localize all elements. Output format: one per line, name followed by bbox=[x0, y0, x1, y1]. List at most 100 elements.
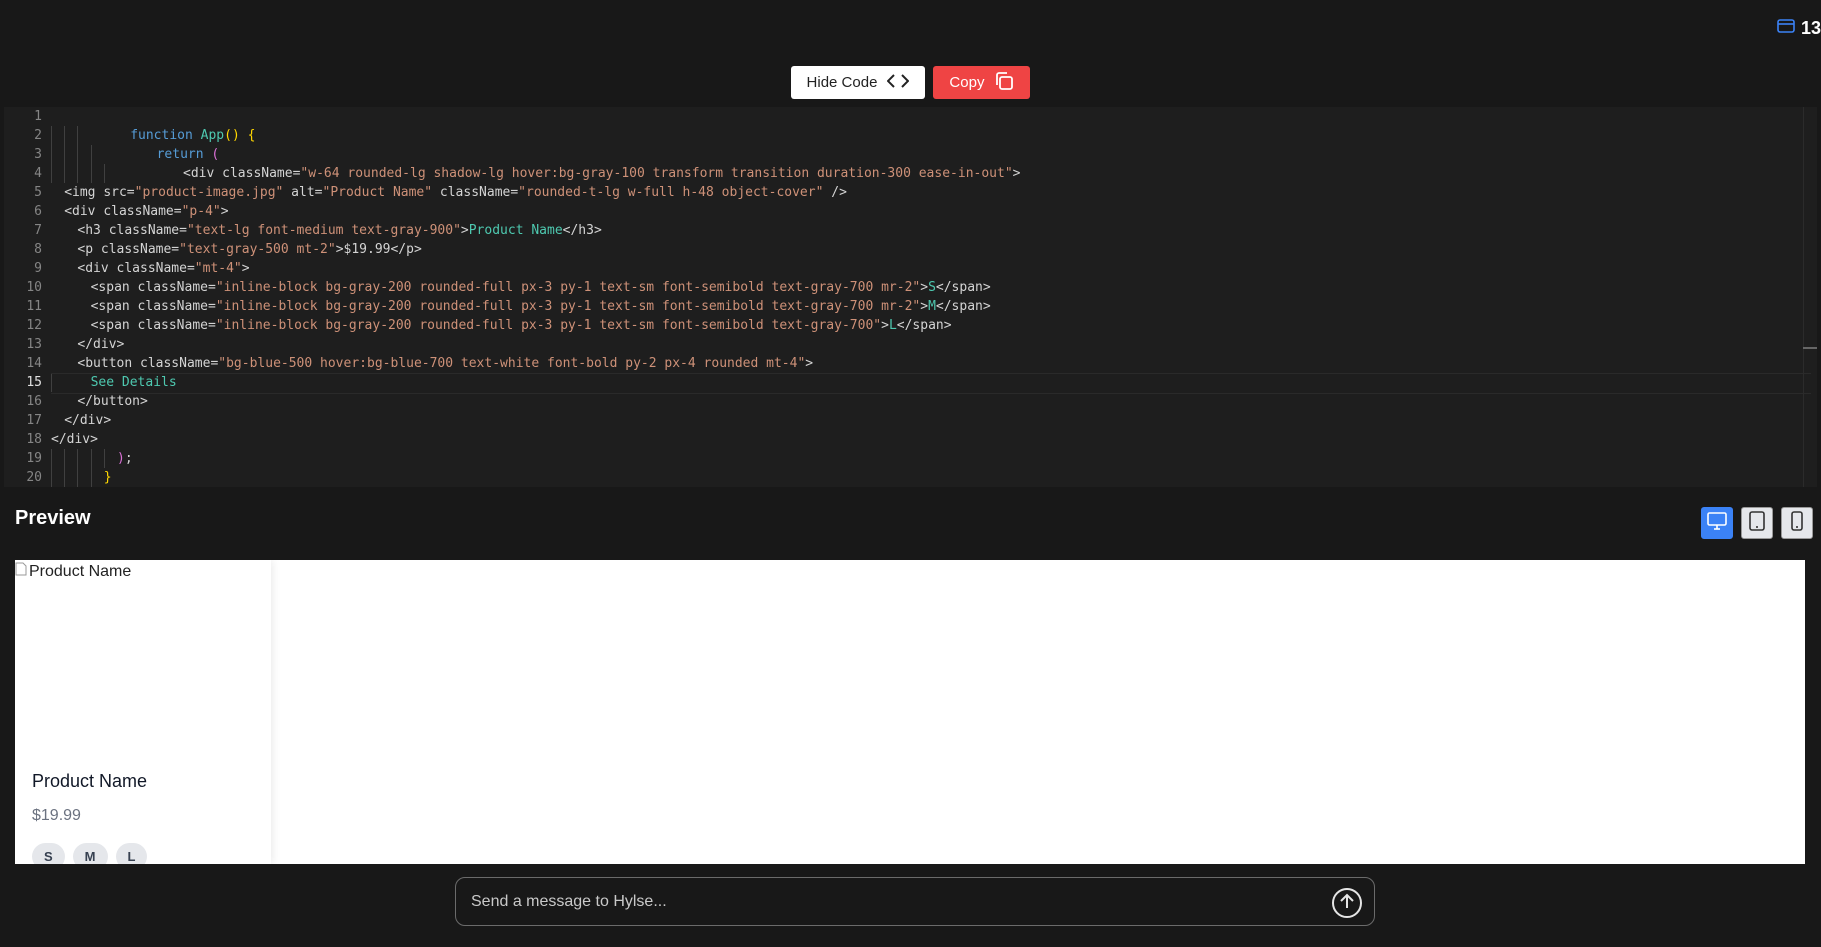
code-token: "Product Name" bbox=[322, 185, 433, 200]
code-token: > bbox=[460, 223, 469, 238]
code-text: <div className="p-4"> bbox=[64, 202, 228, 221]
code-line[interactable]: 8 <p className="text-gray-500 mt-2">$19.9… bbox=[4, 240, 1817, 259]
code-line[interactable]: 7 <h3 className="text-lg font-medium text… bbox=[4, 221, 1817, 240]
product-title: Product Name bbox=[32, 771, 148, 791]
indent-guide bbox=[77, 449, 79, 468]
size-options: S M L bbox=[32, 843, 148, 864]
code-text: } bbox=[104, 468, 112, 487]
code-line[interactable]: 12 <span className="inline-block bg-gray-… bbox=[4, 316, 1817, 335]
code-token: "inline-block bg-gray-200 rounded-full p… bbox=[215, 299, 921, 314]
line-number: 13 bbox=[26, 337, 42, 352]
code-token: <img src= bbox=[64, 185, 135, 200]
code-text: return ( bbox=[157, 145, 220, 164]
code-line[interactable]: 5 <img src="product-image.jpg" alt="Produ… bbox=[4, 183, 1817, 202]
code-token: <div bbox=[183, 166, 223, 181]
copy-button[interactable]: Copy bbox=[933, 66, 1031, 99]
code-token: "w-64 rounded-lg shadow-lg hover:bg-gray… bbox=[300, 166, 1013, 181]
top-bar: 13 bbox=[0, 0, 1821, 60]
code-token: <p className= bbox=[77, 242, 180, 257]
mobile-view-button[interactable] bbox=[1781, 507, 1813, 539]
preview-frame[interactable]: Product Name Product Name $19.99 S M L bbox=[15, 560, 1805, 864]
mobile-icon bbox=[1791, 510, 1803, 536]
code-text: <span className="inline-block bg-gray-20… bbox=[91, 297, 991, 316]
code-token: App bbox=[200, 128, 225, 143]
code-brackets-icon bbox=[887, 73, 910, 92]
code-token: </span> bbox=[896, 318, 952, 333]
line-number: 18 bbox=[26, 432, 42, 447]
line-number: 11 bbox=[26, 299, 42, 314]
code-line[interactable]: 10 <span className="inline-block bg-gray-… bbox=[4, 278, 1817, 297]
code-line[interactable]: 17 </div> bbox=[4, 411, 1817, 430]
code-token: /> bbox=[823, 185, 847, 200]
top-right-status[interactable]: 13 bbox=[1777, 18, 1821, 39]
code-line[interactable]: 13 </div> bbox=[4, 335, 1817, 354]
code-token: > bbox=[1012, 166, 1021, 181]
size-badge-s: S bbox=[32, 843, 65, 864]
code-line[interactable]: 4 <div className="w-64 rounded-lg shadow-… bbox=[4, 164, 1817, 183]
code-token: "p-4" bbox=[181, 204, 221, 219]
code-token: See Details bbox=[90, 375, 177, 390]
code-text: <span className="inline-block bg-gray-20… bbox=[91, 316, 952, 335]
code-token: "bg-blue-500 hover:bg-blue-700 text-whit… bbox=[218, 356, 806, 371]
size-badge-m: M bbox=[72, 843, 108, 864]
indent-guide bbox=[64, 145, 66, 164]
desktop-view-button[interactable] bbox=[1701, 507, 1733, 539]
code-token: <span className= bbox=[90, 280, 216, 295]
tablet-view-button[interactable] bbox=[1741, 507, 1773, 539]
copy-icon bbox=[994, 71, 1014, 95]
message-input[interactable] bbox=[471, 890, 1301, 914]
code-line[interactable]: 15 See Details bbox=[4, 373, 1817, 394]
device-switcher bbox=[1701, 507, 1813, 539]
hide-code-button[interactable]: Hide Code bbox=[790, 66, 926, 99]
code-text: <div className="w-64 rounded-lg shadow-l… bbox=[183, 164, 1020, 183]
code-token: "inline-block bg-gray-200 rounded-full p… bbox=[215, 318, 882, 333]
code-line[interactable]: 9 <div className="mt-4"> bbox=[4, 259, 1817, 278]
code-token: </p> bbox=[390, 242, 422, 257]
code-token: > bbox=[241, 261, 250, 276]
top-counter: 13 bbox=[1800, 18, 1821, 38]
code-lines: 1 2 function App() {3 return (4 <div classNa… bbox=[4, 107, 1817, 487]
code-line[interactable]: 19); bbox=[4, 449, 1817, 468]
code-token: > bbox=[805, 356, 814, 371]
code-token: ) bbox=[117, 451, 125, 466]
code-token: className= bbox=[432, 185, 519, 200]
code-token: > bbox=[881, 318, 889, 333]
code-line[interactable]: 18 </div> bbox=[4, 430, 1817, 449]
code-line[interactable]: 11 <span className="inline-block bg-gray-… bbox=[4, 297, 1817, 316]
indent-guide bbox=[64, 126, 66, 145]
code-text: ); bbox=[117, 449, 133, 468]
code-token: L bbox=[888, 318, 897, 333]
arrow-up-icon bbox=[1340, 893, 1354, 914]
indent-guide bbox=[51, 126, 52, 145]
code-line[interactable]: 3 return ( bbox=[4, 145, 1817, 164]
code-token: function bbox=[130, 128, 193, 143]
code-line[interactable]: 16 </button> bbox=[4, 392, 1817, 411]
line-number: 10 bbox=[26, 280, 42, 295]
code-token: </span> bbox=[935, 280, 991, 295]
line-number: 12 bbox=[26, 318, 42, 333]
code-line[interactable]: 20} bbox=[4, 468, 1817, 487]
code-line[interactable]: 14 <button className="bg-blue-500 hover:b… bbox=[4, 354, 1817, 373]
line-number: 9 bbox=[34, 261, 42, 276]
product-card[interactable]: Product Name Product Name $19.99 S M L bbox=[15, 560, 271, 864]
code-token: () bbox=[224, 128, 240, 143]
editor-scrollbar[interactable] bbox=[1803, 107, 1817, 487]
line-number: 2 bbox=[34, 128, 42, 143]
line-number: 3 bbox=[34, 147, 42, 162]
line-number: 6 bbox=[34, 204, 42, 219]
indent-guide bbox=[51, 145, 52, 164]
code-text: <h3 className="text-lg font-medium text-… bbox=[77, 221, 601, 240]
send-button[interactable] bbox=[1332, 888, 1362, 918]
code-token: Product Name bbox=[468, 223, 563, 238]
code-token: </div> bbox=[64, 413, 112, 428]
code-line[interactable]: 1 bbox=[4, 107, 1817, 126]
code-line[interactable]: 2 function App() { bbox=[4, 126, 1817, 145]
hide-code-label: Hide Code bbox=[806, 74, 878, 91]
code-token: </div> bbox=[77, 337, 125, 352]
indent-guide bbox=[51, 468, 52, 487]
code-line[interactable]: 6 <div className="p-4"> bbox=[4, 202, 1817, 221]
code-token: return bbox=[156, 147, 204, 162]
indent-guide bbox=[90, 449, 92, 468]
code-editor[interactable]: 1 2 function App() {3 return (4 <div classNa… bbox=[4, 107, 1817, 487]
code-token: $19.99 bbox=[343, 242, 391, 257]
